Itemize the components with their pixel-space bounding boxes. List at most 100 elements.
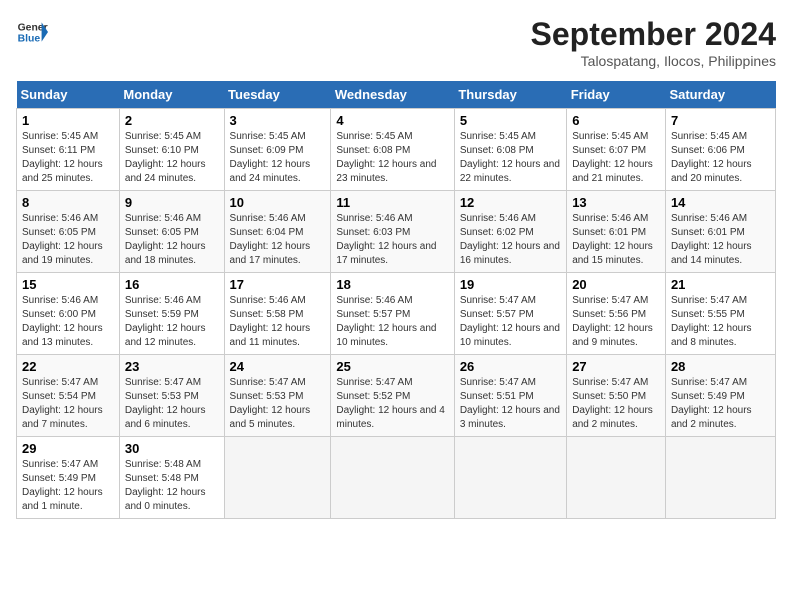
calendar-cell: 19Sunrise: 5:47 AM Sunset: 5:57 PM Dayli…	[454, 273, 566, 355]
day-number: 6	[572, 113, 660, 128]
calendar-cell: 3Sunrise: 5:45 AM Sunset: 6:09 PM Daylig…	[224, 109, 331, 191]
day-number: 11	[336, 195, 448, 210]
title-block: September 2024 Talospatang, Ilocos, Phil…	[531, 16, 776, 69]
calendar-cell	[665, 437, 775, 519]
col-header-wednesday: Wednesday	[331, 81, 454, 109]
calendar-cell: 12Sunrise: 5:46 AM Sunset: 6:02 PM Dayli…	[454, 191, 566, 273]
location-subtitle: Talospatang, Ilocos, Philippines	[531, 53, 776, 69]
day-number: 1	[22, 113, 114, 128]
day-detail: Sunrise: 5:46 AM Sunset: 6:01 PM Dayligh…	[671, 212, 770, 268]
month-title: September 2024	[531, 16, 776, 53]
calendar-cell: 11 Sunrise: 5:46 AM Sunset: 6:03 PM Dayli…	[331, 191, 454, 273]
day-number: 27	[572, 359, 660, 374]
calendar-cell: 7 Sunrise: 5:45 AM Sunset: 6:06 PM Daylig…	[665, 109, 775, 191]
day-number: 23	[125, 359, 219, 374]
day-detail: Sunrise: 5:46 AM Sunset: 5:58 PM Dayligh…	[230, 294, 326, 350]
day-detail: Sunrise: 5:47 AM Sunset: 5:55 PM Dayligh…	[671, 294, 770, 350]
day-detail: Sunrise: 5:47 AM Sunset: 5:53 PM Dayligh…	[125, 376, 219, 432]
day-number: 5	[460, 113, 561, 128]
day-detail: Sunrise: 5:47 AM Sunset: 5:49 PM Dayligh…	[22, 458, 114, 514]
day-detail: Sunrise: 5:46 AM Sunset: 6:01 PM Dayligh…	[572, 212, 660, 268]
day-number: 13	[572, 195, 660, 210]
calendar-cell: 20 Sunrise: 5:47 AM Sunset: 5:56 PM Dayli…	[567, 273, 666, 355]
calendar-cell: 5 Sunrise: 5:45 AM Sunset: 6:08 PM Daylig…	[454, 109, 566, 191]
logo: General Blue	[16, 16, 48, 48]
day-detail: Sunrise: 5:47 AM Sunset: 5:53 PM Dayligh…	[230, 376, 326, 432]
day-detail: Sunrise: 5:46 AM Sunset: 6:00 PM Dayligh…	[22, 294, 114, 350]
col-header-monday: Monday	[119, 81, 224, 109]
calendar-cell: 8 Sunrise: 5:46 AM Sunset: 6:05 PM Daylig…	[17, 191, 120, 273]
col-header-saturday: Saturday	[665, 81, 775, 109]
calendar-cell: 2 Sunrise: 5:45 AM Sunset: 6:10 PM Daylig…	[119, 109, 224, 191]
week-row-3: 22 Sunrise: 5:47 AM Sunset: 5:54 PM Dayli…	[17, 355, 776, 437]
day-detail: Sunrise: 5:46 AM Sunset: 6:02 PM Dayligh…	[460, 212, 561, 268]
col-header-sunday: Sunday	[17, 81, 120, 109]
day-number: 17	[230, 277, 326, 292]
calendar-cell: 4Sunrise: 5:45 AM Sunset: 6:08 PM Daylig…	[331, 109, 454, 191]
week-row-4: 29 Sunrise: 5:47 AM Sunset: 5:49 PM Dayli…	[17, 437, 776, 519]
svg-text:Blue: Blue	[18, 34, 41, 45]
calendar-cell: 27 Sunrise: 5:47 AM Sunset: 5:50 PM Dayli…	[567, 355, 666, 437]
header-row: SundayMondayTuesdayWednesdayThursdayFrid…	[17, 81, 776, 109]
calendar-cell: 25Sunrise: 5:47 AM Sunset: 5:52 PM Dayli…	[331, 355, 454, 437]
calendar-cell: 10 Sunrise: 5:46 AM Sunset: 6:04 PM Dayli…	[224, 191, 331, 273]
day-detail: Sunrise: 5:45 AM Sunset: 6:08 PM Dayligh…	[336, 130, 448, 186]
day-detail: Sunrise: 5:47 AM Sunset: 5:51 PM Dayligh…	[460, 376, 561, 432]
calendar-cell: 30 Sunrise: 5:48 AM Sunset: 5:48 PM Dayli…	[119, 437, 224, 519]
calendar-cell: 28Sunrise: 5:47 AM Sunset: 5:49 PM Dayli…	[665, 355, 775, 437]
day-detail: Sunrise: 5:45 AM Sunset: 6:11 PM Dayligh…	[22, 130, 114, 186]
day-number: 16	[125, 277, 219, 292]
calendar-cell	[454, 437, 566, 519]
day-detail: Sunrise: 5:46 AM Sunset: 6:04 PM Dayligh…	[230, 212, 326, 268]
day-detail: Sunrise: 5:48 AM Sunset: 5:48 PM Dayligh…	[125, 458, 219, 514]
day-number: 20	[572, 277, 660, 292]
calendar-cell: 24 Sunrise: 5:47 AM Sunset: 5:53 PM Dayli…	[224, 355, 331, 437]
day-number: 18	[336, 277, 448, 292]
day-number: 2	[125, 113, 219, 128]
calendar-table: SundayMondayTuesdayWednesdayThursdayFrid…	[16, 81, 776, 519]
day-detail: Sunrise: 5:45 AM Sunset: 6:09 PM Dayligh…	[230, 130, 326, 186]
col-header-thursday: Thursday	[454, 81, 566, 109]
day-detail: Sunrise: 5:46 AM Sunset: 6:03 PM Dayligh…	[336, 212, 448, 268]
calendar-cell	[567, 437, 666, 519]
day-detail: Sunrise: 5:45 AM Sunset: 6:06 PM Dayligh…	[671, 130, 770, 186]
day-detail: Sunrise: 5:47 AM Sunset: 5:49 PM Dayligh…	[671, 376, 770, 432]
day-detail: Sunrise: 5:47 AM Sunset: 5:50 PM Dayligh…	[572, 376, 660, 432]
day-detail: Sunrise: 5:45 AM Sunset: 6:10 PM Dayligh…	[125, 130, 219, 186]
day-detail: Sunrise: 5:46 AM Sunset: 6:05 PM Dayligh…	[22, 212, 114, 268]
day-detail: Sunrise: 5:46 AM Sunset: 5:57 PM Dayligh…	[336, 294, 448, 350]
calendar-cell: 13 Sunrise: 5:46 AM Sunset: 6:01 PM Dayli…	[567, 191, 666, 273]
calendar-cell: 16 Sunrise: 5:46 AM Sunset: 5:59 PM Dayli…	[119, 273, 224, 355]
calendar-cell: 14Sunrise: 5:46 AM Sunset: 6:01 PM Dayli…	[665, 191, 775, 273]
day-number: 8	[22, 195, 114, 210]
day-number: 10	[230, 195, 326, 210]
calendar-cell: 21 Sunrise: 5:47 AM Sunset: 5:55 PM Dayli…	[665, 273, 775, 355]
col-header-friday: Friday	[567, 81, 666, 109]
col-header-tuesday: Tuesday	[224, 81, 331, 109]
week-row-0: 1 Sunrise: 5:45 AM Sunset: 6:11 PM Daylig…	[17, 109, 776, 191]
day-number: 24	[230, 359, 326, 374]
calendar-cell: 1 Sunrise: 5:45 AM Sunset: 6:11 PM Daylig…	[17, 109, 120, 191]
calendar-cell	[331, 437, 454, 519]
calendar-cell: 6 Sunrise: 5:45 AM Sunset: 6:07 PM Daylig…	[567, 109, 666, 191]
calendar-cell: 23 Sunrise: 5:47 AM Sunset: 5:53 PM Dayli…	[119, 355, 224, 437]
day-detail: Sunrise: 5:45 AM Sunset: 6:07 PM Dayligh…	[572, 130, 660, 186]
day-number: 29	[22, 441, 114, 456]
day-detail: Sunrise: 5:45 AM Sunset: 6:08 PM Dayligh…	[460, 130, 561, 186]
day-number: 7	[671, 113, 770, 128]
day-detail: Sunrise: 5:46 AM Sunset: 5:59 PM Dayligh…	[125, 294, 219, 350]
day-detail: Sunrise: 5:47 AM Sunset: 5:56 PM Dayligh…	[572, 294, 660, 350]
calendar-cell: 29 Sunrise: 5:47 AM Sunset: 5:49 PM Dayli…	[17, 437, 120, 519]
day-number: 30	[125, 441, 219, 456]
calendar-cell: 15 Sunrise: 5:46 AM Sunset: 6:00 PM Dayli…	[17, 273, 120, 355]
day-number: 22	[22, 359, 114, 374]
page-header: General Blue September 2024 Talospatang,…	[16, 16, 776, 69]
day-number: 26	[460, 359, 561, 374]
day-detail: Sunrise: 5:47 AM Sunset: 5:54 PM Dayligh…	[22, 376, 114, 432]
day-number: 9	[125, 195, 219, 210]
day-number: 21	[671, 277, 770, 292]
calendar-cell: 9Sunrise: 5:46 AM Sunset: 6:05 PM Daylig…	[119, 191, 224, 273]
week-row-2: 15 Sunrise: 5:46 AM Sunset: 6:00 PM Dayli…	[17, 273, 776, 355]
day-number: 15	[22, 277, 114, 292]
week-row-1: 8 Sunrise: 5:46 AM Sunset: 6:05 PM Daylig…	[17, 191, 776, 273]
